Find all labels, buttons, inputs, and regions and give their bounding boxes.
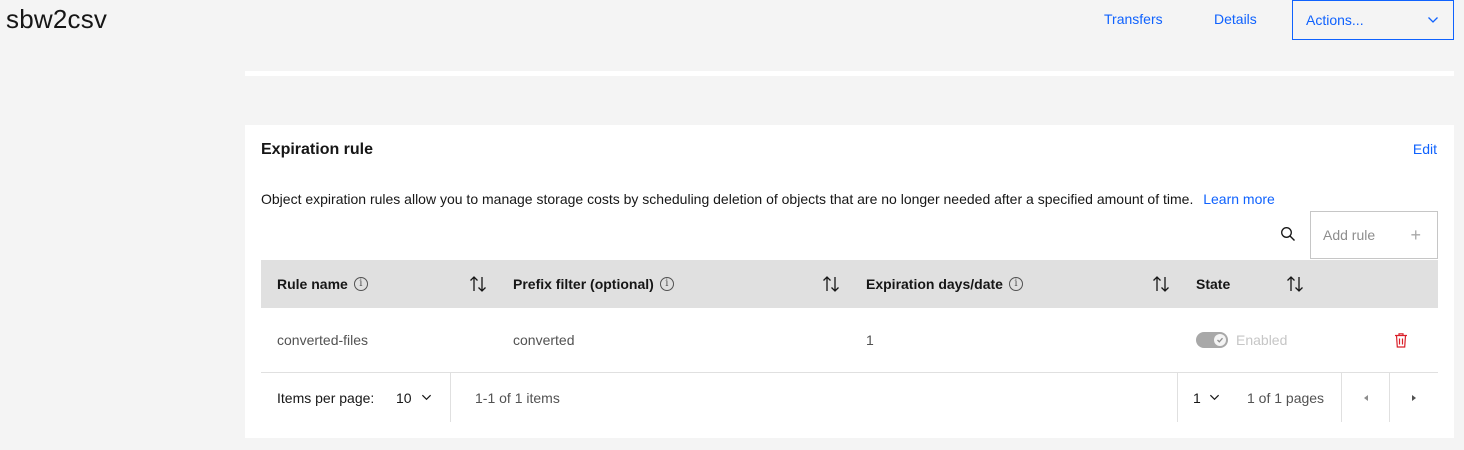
divider — [450, 373, 451, 422]
expiration-rule-card: Expiration rule Edit Object expiration r… — [245, 125, 1454, 438]
search-icon — [1281, 227, 1295, 241]
sort-icon[interactable] — [468, 274, 488, 294]
items-per-page-label: Items per page: — [277, 389, 375, 406]
previous-page-button[interactable] — [1342, 373, 1390, 422]
next-page-button[interactable] — [1390, 373, 1438, 422]
chevron-down-icon — [1428, 17, 1438, 23]
state-label: Enabled — [1236, 332, 1288, 348]
state-toggle[interactable] — [1196, 332, 1228, 348]
page-select-value: 1 — [1193, 389, 1201, 406]
caret-right-icon — [1412, 394, 1416, 401]
sort-icon[interactable] — [1285, 274, 1305, 294]
page-select[interactable]: 1 — [1193, 373, 1220, 422]
prefix-filter-cell: converted — [513, 332, 575, 348]
sort-icon[interactable] — [821, 274, 841, 294]
add-rule-button[interactable]: Add rule + — [1310, 211, 1438, 259]
actions-dropdown-label: Actions... — [1306, 12, 1364, 28]
items-per-page-value: 10 — [396, 389, 412, 406]
description-text: Object expiration rules allow you to man… — [261, 191, 1194, 207]
caret-left-icon — [1364, 394, 1368, 401]
expiration-description: Object expiration rules allow you to man… — [261, 191, 1275, 207]
page-title: sbw2csv — [6, 4, 108, 34]
expiration-cell: 1 — [866, 332, 874, 348]
details-link[interactable]: Details — [1214, 11, 1257, 27]
info-icon[interactable]: i — [1008, 277, 1023, 291]
expiration-rule-title: Expiration rule — [261, 141, 374, 158]
pagination: Items per page: 10 1-1 of 1 items 1 1 of… — [261, 373, 1438, 422]
divider — [1177, 373, 1178, 422]
column-header-rule-name: Rule name i — [277, 260, 368, 308]
items-range-text: 1-1 of 1 items — [475, 389, 560, 406]
actions-dropdown[interactable]: Actions... — [1292, 0, 1454, 40]
trash-icon[interactable] — [1392, 331, 1410, 349]
toggle-knob — [1214, 334, 1226, 346]
column-header-expiration: Expiration days/date i — [866, 260, 1023, 308]
pages-text: 1 of 1 pages — [1247, 389, 1325, 406]
overview-card-bottom — [245, 71, 1454, 76]
search-button[interactable] — [1271, 211, 1305, 257]
plus-icon: + — [1410, 225, 1421, 245]
rule-name-cell: converted-files — [277, 332, 369, 348]
table-row: converted-files converted 1 Enabled — [261, 308, 1438, 373]
table-header: Rule name i Prefix filter (optional) i E… — [261, 260, 1438, 308]
add-rule-label: Add rule — [1323, 227, 1376, 243]
info-icon[interactable]: i — [659, 277, 674, 291]
column-header-state: State — [1196, 276, 1231, 292]
edit-link[interactable]: Edit — [1413, 141, 1437, 157]
chevron-down-icon — [1209, 394, 1219, 401]
sort-icon[interactable] — [1151, 274, 1171, 294]
info-icon[interactable]: i — [353, 277, 368, 291]
checkmark-icon — [1217, 337, 1223, 343]
transfers-link[interactable]: Transfers — [1104, 11, 1163, 27]
learn-more-link[interactable]: Learn more — [1203, 191, 1275, 207]
column-header-prefix-filter: Prefix filter (optional) i — [513, 260, 674, 308]
chevron-down-icon — [421, 394, 431, 401]
items-per-page-select[interactable]: 10 — [396, 373, 432, 422]
